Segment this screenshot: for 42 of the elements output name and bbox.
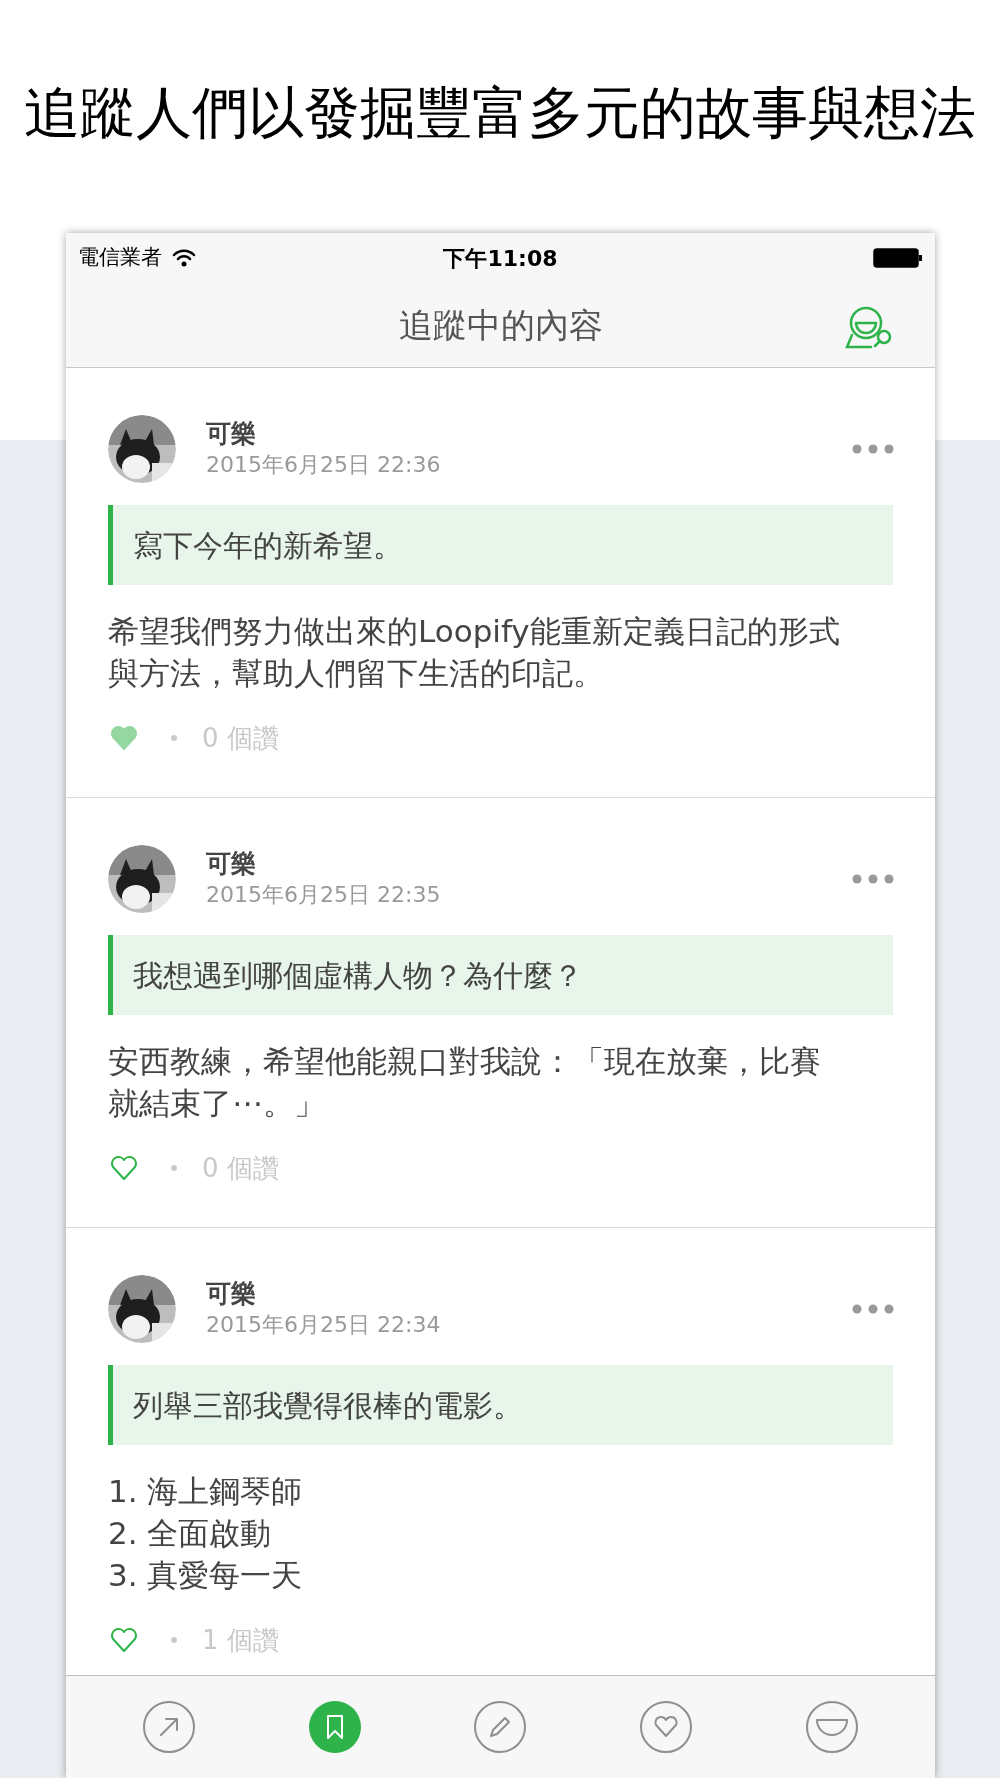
like-button[interactable] [108, 723, 140, 753]
nav-title: 追蹤中的內容 [398, 303, 603, 347]
bookmark-icon [324, 1714, 345, 1740]
post-date: 2015年6月25日 22:36 [206, 451, 442, 479]
separator-dot [170, 734, 178, 742]
body-text: 就結束了⋯。」 [108, 1084, 326, 1123]
more-icon [852, 444, 894, 454]
status-time: 下午11:08 [443, 244, 558, 273]
body-text: 3. 真愛每一天 [108, 1556, 304, 1595]
heart-icon [109, 1155, 139, 1181]
more-icon [852, 1304, 894, 1314]
carrier-name: 電信業者 [78, 244, 162, 272]
body-text: 2. 全面啟動 [108, 1514, 273, 1553]
like-button[interactable] [108, 1153, 140, 1183]
heart-icon [109, 725, 139, 751]
author-name: 可樂 [206, 418, 257, 450]
smile-icon [815, 1717, 850, 1737]
prompt-text: 寫下今年的新希望。 [133, 526, 403, 565]
tab-button[interactable] [474, 1701, 527, 1753]
post-date: 2015年6月25日 22:35 [206, 881, 442, 909]
headline: 追蹤人們以發掘豐富多元的故事與想法 [24, 80, 976, 146]
heart-icon [109, 1627, 139, 1653]
tab-button[interactable] [142, 1701, 195, 1753]
wifi-icon [172, 249, 196, 267]
author-name: 可樂 [206, 1278, 257, 1310]
more-icon [852, 874, 894, 884]
post-date: 2015年6月25日 22:34 [206, 1311, 442, 1339]
body-text: 希望我們努力做出來的Loopify能重新定義日記的形式 [108, 612, 841, 651]
body-text: 1. 海上鋼琴師 [108, 1472, 304, 1511]
prompt-text: 列舉三部我覺得很棒的電影。 [133, 1386, 523, 1425]
like-button[interactable] [108, 1625, 140, 1655]
tab-button[interactable] [640, 1701, 693, 1753]
author-name: 可樂 [206, 848, 257, 880]
body-text: 與方法，幫助人們留下生活的印記。 [108, 654, 605, 693]
tab-button[interactable] [806, 1701, 859, 1753]
tab-button[interactable] [308, 1701, 361, 1753]
battery-icon [873, 247, 923, 269]
heart-icon [653, 1715, 680, 1739]
separator-dot [170, 1164, 178, 1172]
separator-dot [170, 1636, 178, 1644]
body-text: 安西教練，希望他能親口對我說：「現在放棄，比賽 [108, 1042, 822, 1081]
prompt-text: 我想遇到哪個虛構人物？為什麼？ [133, 956, 583, 995]
